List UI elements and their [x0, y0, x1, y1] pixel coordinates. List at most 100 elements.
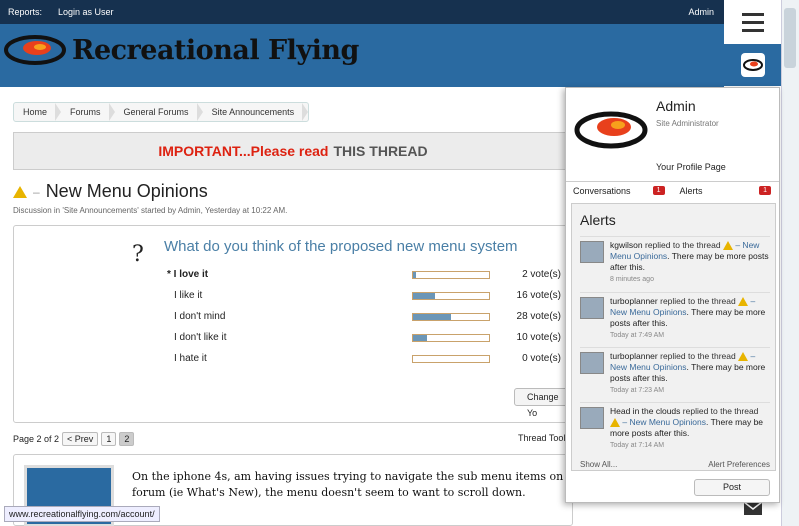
alerts-list: Alerts kgwilson replied to the thread – … — [571, 203, 776, 471]
thread-meta: Discussion in 'Site Announcements' start… — [13, 206, 288, 215]
alert-action: replied to the thread — [660, 351, 736, 361]
page-navigation: Page 2 of 2 < Prev 1 2 — [13, 432, 135, 446]
post-text: On the iphone 4s, am having issues tryin… — [132, 470, 564, 499]
poll-bar — [412, 313, 490, 321]
avatar-icon — [740, 53, 765, 77]
poll-option-label: I like it — [174, 290, 203, 301]
page-2-button[interactable]: 2 — [119, 432, 135, 446]
poll: ? What do you think of the proposed new … — [13, 225, 573, 423]
profile-page-link[interactable]: Your Profile Page — [656, 162, 726, 172]
scrollbar[interactable] — [781, 0, 799, 526]
important-notice[interactable]: IMPORTANT...Please read THIS THREAD — [13, 132, 573, 170]
alert-item[interactable]: kgwilson replied to the thread – New Men… — [580, 236, 770, 288]
change-vote-button[interactable]: Change Yo — [514, 388, 570, 418]
poll-option-votes: 28 vote(s) — [516, 311, 561, 322]
poll-option-votes: 10 vote(s) — [516, 332, 561, 343]
poll-bar-fill — [413, 314, 451, 320]
panel-username[interactable]: Admin — [656, 98, 696, 114]
logo-swirl-icon — [4, 35, 66, 65]
poll-option: I don't like it 10 vote(s) — [164, 329, 564, 347]
hamburger-icon[interactable] — [724, 0, 781, 44]
alerts-footer: Show All... Alert Preferences — [580, 460, 770, 469]
alert-time: 8 minutes ago — [610, 276, 654, 283]
tab-label: Conversations — [573, 186, 631, 196]
alert-time: Today at 7:49 AM — [610, 332, 665, 339]
warning-icon — [738, 297, 749, 307]
thread-title: – New Menu Opinions — [13, 181, 208, 202]
poll-question: What do you think of the proposed new me… — [164, 238, 518, 255]
poll-option-label: I don't like it — [174, 332, 227, 343]
page-label: Page 2 of 2 — [13, 434, 60, 444]
alert-avatar — [580, 352, 604, 374]
tab-alerts[interactable]: Alerts 1 — [673, 182, 780, 201]
warning-icon — [738, 352, 749, 362]
alerts-heading: Alerts — [580, 212, 616, 228]
prev-page-button[interactable]: < Prev — [62, 432, 99, 446]
alert-thread[interactable]: – New Menu Opinions — [622, 417, 706, 427]
warning-icon — [13, 185, 27, 198]
scrollbar-thumb[interactable] — [784, 8, 796, 68]
site-name: Recreational Flying — [72, 34, 359, 66]
browser-status-url: www.recreationalflying.com/account/ — [4, 506, 160, 522]
poll-option-label: I hate it — [174, 353, 207, 364]
alert-item[interactable]: turboplanner replied to the thread – New… — [580, 347, 770, 399]
poll-option-label: * I love it — [167, 269, 209, 280]
alert-user[interactable]: turboplanner — [610, 351, 658, 361]
alert-user[interactable]: turboplanner — [610, 296, 658, 306]
panel-tabs: Conversations 1 Alerts 1 — [566, 181, 779, 201]
alert-avatar — [580, 297, 604, 319]
breadcrumb-general-forums[interactable]: General Forums — [115, 103, 203, 121]
alert-user[interactable]: kgwilson — [610, 240, 643, 250]
poll-option: I like it 16 vote(s) — [164, 287, 564, 305]
alert-time: Today at 7:23 AM — [610, 387, 665, 394]
alert-time: Today at 7:14 AM — [610, 442, 665, 449]
thread-tools-menu[interactable]: Thread Tools — [518, 433, 570, 443]
breadcrumb-site-announcements[interactable]: Site Announcements — [203, 103, 309, 121]
alert-avatar — [580, 241, 604, 263]
notice-important: IMPORTANT...Please read — [158, 143, 329, 159]
poll-option: I don't mind 28 vote(s) — [164, 308, 564, 326]
title-separator: – — [33, 184, 40, 199]
alerts-badge: 1 — [759, 186, 771, 195]
alert-item[interactable]: turboplanner replied to the thread – New… — [580, 292, 770, 344]
poll-option: * I love it 2 vote(s) — [164, 266, 564, 284]
alert-avatar — [580, 407, 604, 429]
alert-item[interactable]: Head in the clouds replied to the thread… — [580, 402, 770, 454]
notice-thread: THIS THREAD — [333, 143, 428, 159]
poll-bar — [412, 355, 490, 363]
poll-option: I hate it 0 vote(s) — [164, 350, 564, 368]
top-bar: Reports: Login as User Admin — [0, 0, 724, 24]
poll-option-votes: 2 vote(s) — [522, 269, 561, 280]
alert-action: replied to the thread — [644, 240, 721, 250]
alert-user[interactable]: Head in the clouds — [610, 406, 680, 416]
poll-bar — [412, 271, 490, 279]
poll-option-votes: 0 vote(s) — [522, 353, 561, 364]
site-logo[interactable]: Recreational Flying — [4, 33, 359, 67]
reports-link[interactable]: Reports: — [0, 7, 50, 17]
breadcrumb: Home Forums General Forums Site Announce… — [13, 102, 310, 122]
site-header: Recreational Flying — [0, 24, 724, 87]
poll-bar — [412, 292, 490, 300]
login-as-user-link[interactable]: Login as User — [50, 7, 122, 17]
poll-bar-fill — [413, 335, 427, 341]
page-1-button[interactable]: 1 — [101, 432, 117, 446]
breadcrumb-forums[interactable]: Forums — [61, 103, 115, 121]
panel-user-title: Site Administrator — [656, 119, 719, 128]
tab-label: Alerts — [679, 186, 703, 196]
tab-conversations[interactable]: Conversations 1 — [566, 182, 673, 201]
post-button[interactable]: Post — [694, 479, 770, 496]
alert-preferences-link[interactable]: Alert Preferences — [708, 460, 770, 469]
question-mark-icon: ? — [132, 242, 144, 267]
account-panel: Admin Site Administrator Your Profile Pa… — [565, 87, 780, 503]
warning-icon — [610, 418, 620, 428]
admin-link[interactable]: Admin — [680, 7, 724, 17]
poll-bar-fill — [413, 272, 417, 278]
alert-action: replied to the thread — [682, 406, 759, 416]
show-all-link[interactable]: Show All... — [580, 460, 617, 469]
breadcrumb-home[interactable]: Home — [14, 103, 62, 121]
account-avatar-button[interactable] — [724, 44, 781, 86]
poll-option-votes: 16 vote(s) — [516, 290, 561, 301]
thread-title-text: New Menu Opinions — [45, 181, 208, 201]
warning-icon — [722, 241, 733, 251]
panel-avatar[interactable] — [574, 104, 648, 156]
